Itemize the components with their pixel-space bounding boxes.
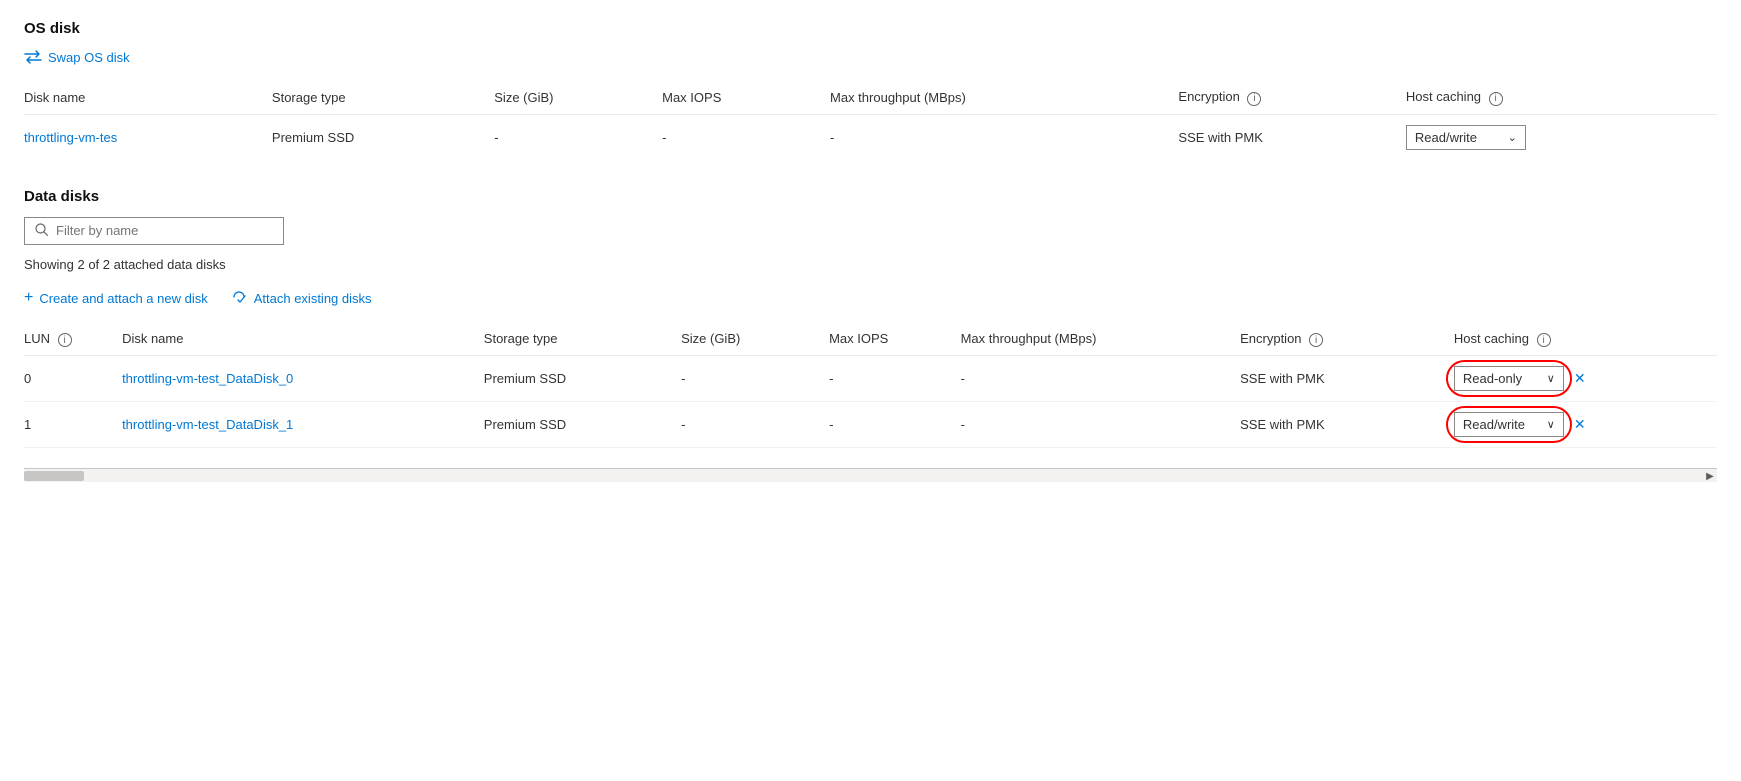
os-disk-col-size: Size (GiB): [494, 81, 662, 114]
action-bar: + Create and attach a new disk Attach ex…: [24, 290, 1717, 307]
data-disk-link-0[interactable]: throttling-vm-test_DataDisk_0: [122, 371, 293, 386]
filter-search-icon: [35, 223, 48, 239]
data-col-maxthroughput: Max throughput (MBps): [961, 323, 1241, 356]
horizontal-scrollbar[interactable]: ◀ ▶: [24, 468, 1717, 482]
create-attach-label: Create and attach a new disk: [39, 291, 207, 306]
oval-wrapper-1: Read/write ∨: [1454, 412, 1564, 437]
data-disk-maxiops-0: -: [829, 356, 961, 402]
os-disk-title: OS disk: [24, 20, 1717, 37]
oval-wrapper-0: Read-only ∨: [1454, 366, 1564, 391]
attach-icon: [232, 290, 248, 307]
lun-info-icon[interactable]: i: [58, 333, 72, 347]
data-disk-maxthroughput-1: -: [961, 402, 1241, 448]
os-disk-header-row: Disk name Storage type Size (GiB) Max IO…: [24, 81, 1717, 114]
data-disk-row-1: 1throttling-vm-test_DataDisk_1 Premium SS…: [24, 402, 1717, 448]
data-col-lun: LUN i: [24, 323, 122, 356]
data-disk-hostcaching-dropdown-1[interactable]: Read/write ∨: [1454, 412, 1564, 437]
os-disk-maxthroughput: -: [830, 114, 1178, 160]
attach-existing-label: Attach existing disks: [254, 291, 372, 306]
os-disk-col-maxiops: Max IOPS: [662, 81, 830, 114]
data-disk-dropdown-chevron-0: ∨: [1547, 372, 1555, 385]
os-disk-col-encryption: Encryption i: [1178, 81, 1405, 114]
os-disk-size: -: [494, 114, 662, 160]
filter-input-wrap: [24, 217, 284, 245]
os-disk-col-diskname: Disk name: [24, 81, 272, 114]
data-disk-hostcaching-value-1: Read/write: [1463, 417, 1525, 432]
data-disk-hostcaching-dropdown-0[interactable]: Read-only ∨: [1454, 366, 1564, 391]
data-disk-encryption-0: SSE with PMK: [1240, 356, 1454, 402]
data-disk-size-1: -: [681, 402, 829, 448]
data-disk-link-1[interactable]: throttling-vm-test_DataDisk_1: [122, 417, 293, 432]
data-disks-section: Data disks Showing 2 of 2 attached data …: [24, 188, 1717, 449]
data-col-hostcaching: Host caching i: [1454, 323, 1717, 356]
data-disk-hostcaching-value-0: Read-only: [1463, 371, 1522, 386]
data-disk-name-0: throttling-vm-test_DataDisk_0: [122, 356, 484, 402]
data-disk-delete-1[interactable]: ✕: [1574, 416, 1586, 433]
data-disk-lun-1: 1: [24, 402, 122, 448]
data-col-encryption: Encryption i: [1240, 323, 1454, 356]
data-col-storagetype: Storage type: [484, 323, 681, 356]
data-disk-name-1: throttling-vm-test_DataDisk_1: [122, 402, 484, 448]
os-disk-dropdown-chevron: ⌄: [1508, 131, 1517, 144]
scroll-right-arrow[interactable]: ▶: [1703, 469, 1717, 483]
swap-button-label: Swap OS disk: [48, 50, 130, 65]
data-disk-actions-0: Read-only ∨ ✕: [1454, 366, 1705, 391]
attach-existing-disk-button[interactable]: Attach existing disks: [232, 290, 372, 307]
plus-icon: +: [24, 290, 33, 306]
os-disk-hostcaching-cell: Read/write ⌄: [1406, 114, 1717, 160]
encryption-info-icon[interactable]: i: [1247, 92, 1261, 106]
os-disk-section: OS disk Swap OS disk Disk name Stora: [24, 20, 1717, 160]
data-col-maxiops: Max IOPS: [829, 323, 961, 356]
os-disk-diskname: throttling-vm-tes: [24, 114, 272, 160]
data-encryption-info-icon[interactable]: i: [1309, 333, 1323, 347]
host-caching-info-icon[interactable]: i: [1489, 92, 1503, 106]
os-disk-hostcaching-dropdown[interactable]: Read/write ⌄: [1406, 125, 1526, 150]
data-col-diskname: Disk name: [122, 323, 484, 356]
os-disk-hostcaching-value: Read/write: [1415, 130, 1477, 145]
showing-count-text: Showing 2 of 2 attached data disks: [24, 257, 1717, 272]
data-disk-encryption-1: SSE with PMK: [1240, 402, 1454, 448]
os-disk-maxiops: -: [662, 114, 830, 160]
data-disk-storagetype-0: Premium SSD: [484, 356, 681, 402]
create-attach-disk-button[interactable]: + Create and attach a new disk: [24, 290, 208, 306]
data-col-size: Size (GiB): [681, 323, 829, 356]
data-disks-table: LUN i Disk name Storage type Size (GiB) …: [24, 323, 1717, 449]
data-disk-actions-1: Read/write ∨ ✕: [1454, 412, 1705, 437]
data-disks-header-row: LUN i Disk name Storage type Size (GiB) …: [24, 323, 1717, 356]
swap-icon: [24, 49, 42, 65]
data-disk-hostcaching-cell-0: Read-only ∨ ✕: [1454, 356, 1717, 402]
os-disk-storagetype: Premium SSD: [272, 114, 494, 160]
os-disk-encryption: SSE with PMK: [1178, 114, 1405, 160]
scroll-thumb[interactable]: [24, 471, 84, 481]
data-hostcaching-info-icon[interactable]: i: [1537, 333, 1551, 347]
data-disk-size-0: -: [681, 356, 829, 402]
os-disk-col-storagetype: Storage type: [272, 81, 494, 114]
data-disk-maxiops-1: -: [829, 402, 961, 448]
os-disk-table: Disk name Storage type Size (GiB) Max IO…: [24, 81, 1717, 160]
data-disk-dropdown-chevron-1: ∨: [1547, 418, 1555, 431]
data-disks-title: Data disks: [24, 188, 1717, 205]
os-disk-link[interactable]: throttling-vm-tes: [24, 130, 117, 145]
os-disk-row: throttling-vm-tes Premium SSD - - - SSE …: [24, 114, 1717, 160]
os-disk-col-hostcaching: Host caching i: [1406, 81, 1717, 114]
data-disk-lun-0: 0: [24, 356, 122, 402]
data-disk-delete-0[interactable]: ✕: [1574, 370, 1586, 387]
data-disk-row-0: 0throttling-vm-test_DataDisk_0 Premium SS…: [24, 356, 1717, 402]
swap-os-disk-button[interactable]: Swap OS disk: [24, 49, 130, 65]
os-disk-col-maxthroughput: Max throughput (MBps): [830, 81, 1178, 114]
data-disk-maxthroughput-0: -: [961, 356, 1241, 402]
data-disk-storagetype-1: Premium SSD: [484, 402, 681, 448]
filter-by-name-input[interactable]: [56, 223, 273, 238]
data-disk-hostcaching-cell-1: Read/write ∨ ✕: [1454, 402, 1717, 448]
